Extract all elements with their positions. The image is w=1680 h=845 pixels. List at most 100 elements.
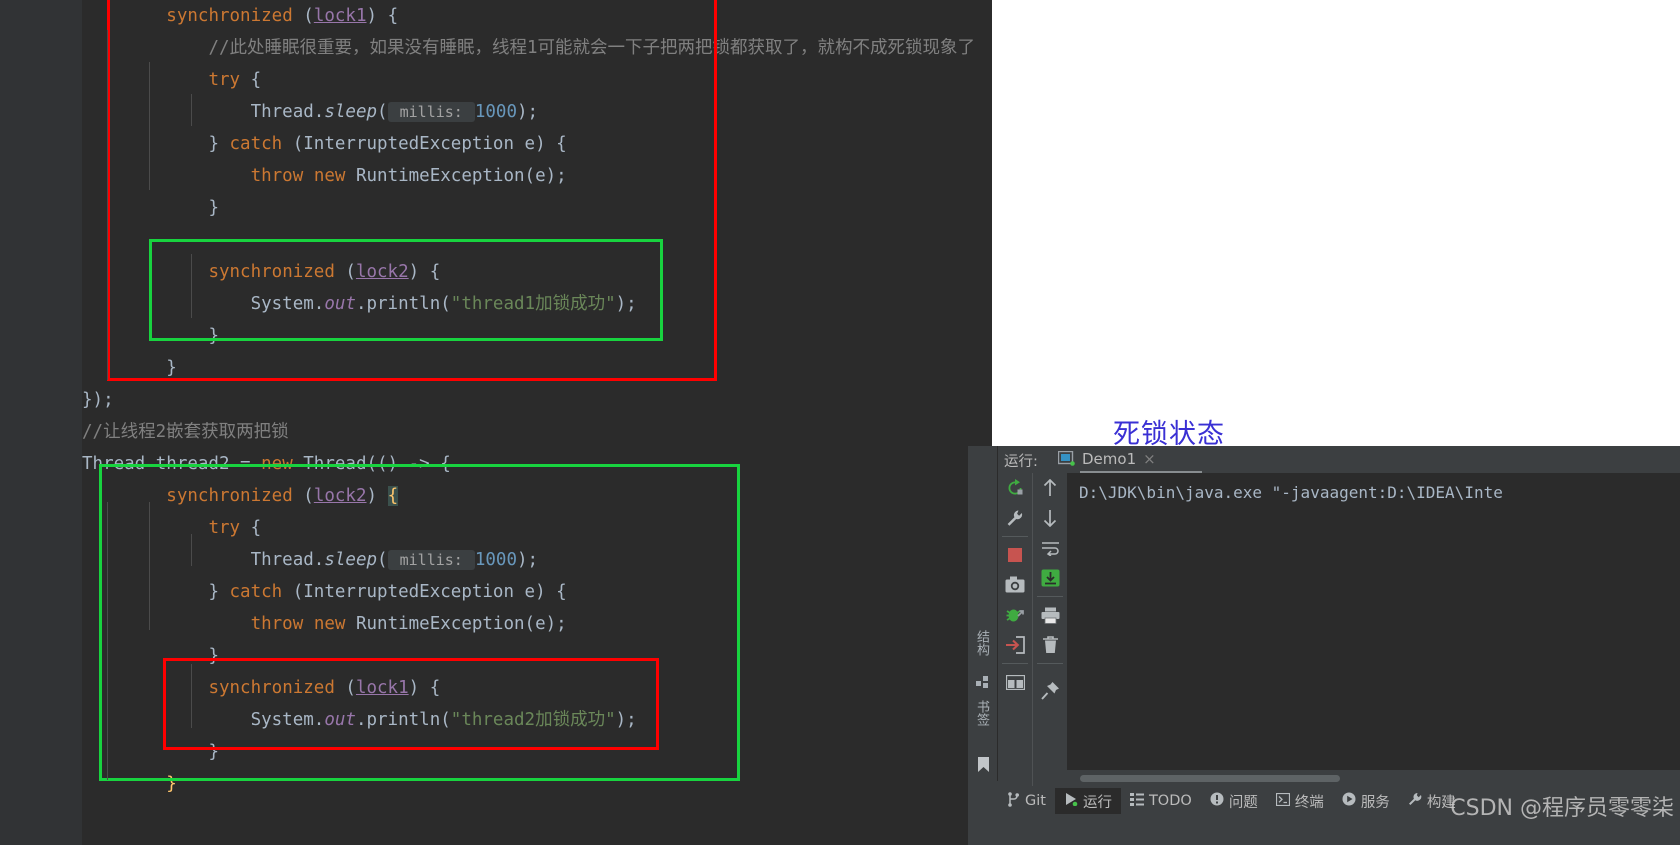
tool-window-strip[interactable] [968,446,998,781]
code-token: //此处睡眠很重要，如果没有睡眠，线程1可能就会一下子把两把锁都获取了，就构不成… [208,38,976,58]
stop-icon[interactable] [998,540,1032,570]
code-line[interactable] [82,224,992,256]
arrow-up-icon[interactable] [1033,473,1067,503]
status-run[interactable]: 运行 [1054,788,1121,814]
code-token: ); [517,550,539,570]
code-token: { [240,518,262,538]
code-token: throw [250,166,304,186]
code-token: ( [377,102,388,122]
toolbar-separator [1037,596,1063,597]
code-line[interactable]: synchronized (lock2) { [82,480,992,512]
status-problems[interactable]: 问题 [1201,788,1267,814]
run-tool-window[interactable]: 运行: Demo1 × D:\JDK\bin\java.exe "-javaag… [998,446,1680,786]
toolbar-separator [1037,663,1063,664]
strip-bottom-fill [968,781,998,845]
code-line[interactable]: synchronized (lock1) { [82,0,992,32]
status-todo[interactable]: TODO [1121,788,1201,814]
run-toolbar-right[interactable] [1032,473,1066,786]
bookmark-flag-icon [977,757,990,773]
indent-guide [107,30,108,380]
code-token: ) { [408,262,441,282]
code-line[interactable]: //此处睡眠很重要，如果没有睡眠，线程1可能就会一下子把两把锁都获取了，就构不成… [82,32,992,64]
status-todo-label: TODO [1148,793,1192,809]
toolbar-separator [1002,536,1028,537]
status-git[interactable]: Git [998,788,1055,814]
layout-icon[interactable] [998,667,1032,697]
code-line[interactable]: try { [82,64,992,96]
code-line[interactable]: throw new RuntimeException(e); [82,608,992,640]
code-token: out [324,710,356,730]
arrow-down-icon[interactable] [1033,503,1067,533]
code-line[interactable]: } [82,736,992,768]
camera-icon[interactable] [998,570,1032,600]
close-icon[interactable]: × [1143,450,1156,468]
run-config-window-icon [1058,451,1075,467]
scroll-end-icon[interactable] [1033,563,1067,593]
code-token: } [166,774,177,794]
code-token: "thread1加锁成功" [450,294,616,314]
editor-gutter [0,0,82,845]
build-icon [1408,792,1422,810]
code-token: lock1 [313,6,367,26]
code-line[interactable]: try { [82,512,992,544]
code-token: sleep [324,102,378,122]
code-token: ) { [408,678,441,698]
code-token: RuntimeException(e); [345,166,567,186]
trash-icon[interactable] [1033,630,1067,660]
code-line[interactable]: Thread.sleep( millis: 1000); [82,96,992,128]
print-icon[interactable] [1033,600,1067,630]
code-token: Thread. [250,102,325,122]
run-config-tab-label[interactable]: Demo1 [1082,450,1136,468]
code-token: } [166,358,177,378]
soft-wrap-icon[interactable] [1033,533,1067,563]
console-horizontal-scrollbar[interactable] [1080,775,1340,782]
indent-guide [107,502,108,780]
code-token: ( [292,6,314,26]
pin-icon[interactable] [1033,667,1067,713]
code-line[interactable]: synchronized (lock2) { [82,256,992,288]
code-token: throw [250,614,304,634]
run-toolbar-left[interactable] [998,473,1032,786]
debug-bug-icon[interactable] [998,600,1032,630]
code-text-area[interactable]: synchronized (lock1) { //此处睡眠很重要，如果没有睡眠，… [82,0,992,845]
strip-label-structure[interactable]: 结构 [972,630,991,656]
console-output[interactable]: D:\JDK\bin\java.exe "-javaagent:D:\IDEA\… [1067,473,1680,770]
code-line[interactable]: synchronized (lock1) { [82,672,992,704]
code-editor[interactable]: synchronized (lock1) { //此处睡眠很重要，如果没有睡眠，… [0,0,992,845]
code-line[interactable]: } [82,320,992,352]
code-line[interactable]: } [82,640,992,672]
code-token: sleep [324,550,378,570]
code-line[interactable]: } [82,192,992,224]
code-line[interactable]: } catch (InterruptedException e) { [82,128,992,160]
code-line[interactable]: //让线程2嵌套获取两把锁 [82,416,992,448]
code-line[interactable]: } [82,768,992,800]
code-line[interactable]: } [82,352,992,384]
rerun-icon[interactable] [998,473,1032,503]
code-line[interactable]: Thread.sleep( millis: 1000); [82,544,992,576]
code-token: synchronized [166,486,293,506]
run-configuration-tab[interactable]: Demo1 × [1054,448,1160,470]
code-token: "thread2加锁成功" [450,710,616,730]
code-token: synchronized [208,262,335,282]
indent-guide [191,254,192,318]
code-token: } [208,326,219,346]
code-line[interactable]: System.out.println("thread1加锁成功"); [82,288,992,320]
csdn-watermark: CSDN @程序员零零柒 [1450,796,1674,821]
code-token: .println( [355,710,451,730]
code-line[interactable]: }); [82,384,992,416]
code-line[interactable]: } catch (InterruptedException e) { [82,576,992,608]
code-token: Thread(() -> { [292,454,451,474]
code-token: Thread. [250,550,325,570]
strip-label-bookmarks[interactable]: 书签 [972,700,991,726]
status-terminal[interactable]: 终端 [1267,788,1333,814]
structure-squares-icon [976,676,990,690]
code-line[interactable]: throw new RuntimeException(e); [82,160,992,192]
code-token: catch [229,134,283,154]
import-arrow-icon[interactable] [998,630,1032,660]
code-line[interactable]: System.out.println("thread2加锁成功"); [82,704,992,736]
settings-wrench-icon[interactable] [998,503,1032,533]
code-token: { [240,70,262,90]
status-services[interactable]: 服务 [1333,788,1399,814]
code-line[interactable]: Thread thread2 = new Thread(() -> { [82,448,992,480]
